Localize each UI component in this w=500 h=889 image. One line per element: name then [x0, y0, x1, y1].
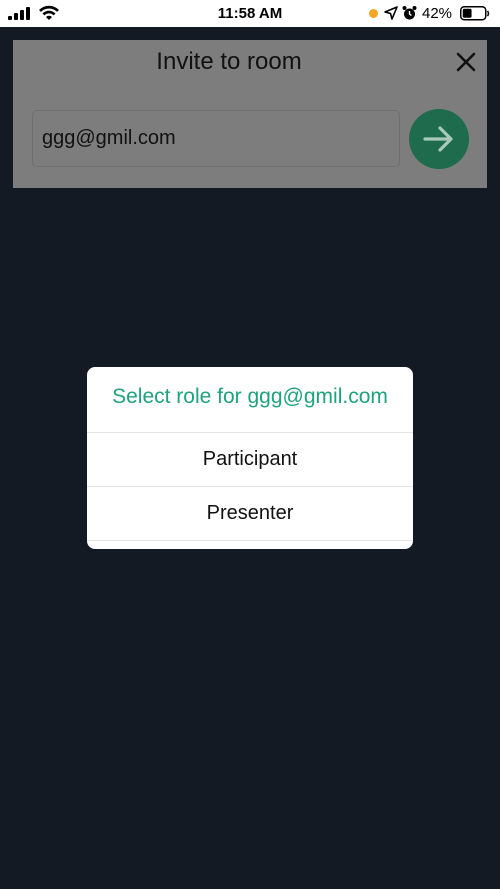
role-option-presenter[interactable]: Presenter	[87, 486, 413, 540]
location-arrow-icon	[384, 6, 398, 20]
send-invite-button[interactable]	[409, 109, 469, 169]
arrow-right-icon	[423, 126, 453, 152]
battery-percent: 42%	[422, 5, 453, 22]
close-icon[interactable]	[454, 50, 478, 74]
email-input[interactable]	[32, 110, 400, 167]
role-option-participant[interactable]: Participant	[87, 432, 413, 486]
alarm-clock-icon	[402, 6, 417, 20]
dialog-title: Select role for ggg@gmil.com	[112, 385, 388, 408]
invite-panel: Invite to room	[13, 40, 487, 188]
page-title: Invite to room	[156, 48, 302, 75]
dialog-footer-divider	[87, 540, 413, 549]
battery-icon	[460, 6, 490, 21]
role-select-dialog: Select role for ggg@gmil.com Participant…	[87, 367, 413, 549]
status-bar: 11:58 AM 42%	[0, 0, 500, 27]
recording-indicator-icon	[369, 9, 378, 18]
